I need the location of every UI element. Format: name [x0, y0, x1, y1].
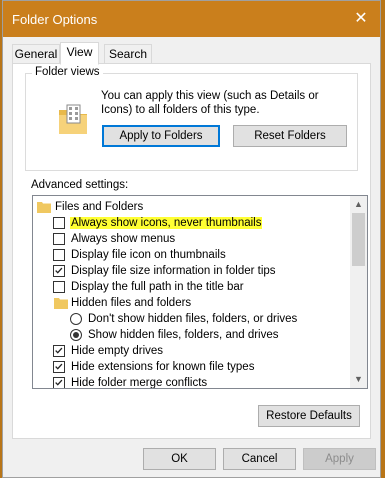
list-item-label-wrap: Always show icons, never thumbnails [70, 215, 263, 231]
check-icon [55, 379, 63, 386]
list-item-label: Don't show hidden files, folders, or dri… [88, 313, 298, 325]
setting-hide-extensions[interactable]: Hide extensions for known file types [33, 359, 351, 375]
scrollbar-thumb[interactable] [352, 213, 365, 266]
setting-hide-empty-drives[interactable]: Hide empty drives [33, 343, 351, 359]
checkbox[interactable] [53, 281, 65, 293]
checkbox-checked[interactable] [53, 377, 65, 388]
view-tab-panel: Folder views You can apply this view (su… [12, 63, 371, 439]
folder-views-label: Folder views [32, 66, 103, 78]
title-bar[interactable]: Folder Options ✕ [3, 1, 380, 37]
folder-views-group: Folder views You can apply this view (su… [25, 66, 358, 171]
list-item: Hidden files and folders [33, 295, 351, 311]
radio-button[interactable] [70, 313, 82, 325]
list-item-label: Hide empty drives [71, 345, 164, 357]
highlighted-label: Always show icons, never thumbnails [70, 217, 263, 229]
setting-always-show-icons[interactable]: Always show icons, never thumbnails [33, 215, 351, 231]
check-icon [55, 347, 63, 354]
list-item-label: Display file size information in folder … [71, 265, 276, 277]
folder-views-description: You can apply this view (such as Details… [101, 90, 319, 116]
reset-folders-button[interactable]: Reset Folders [233, 125, 347, 147]
tab-view[interactable]: View [60, 42, 99, 65]
list-item-label: Always show menus [71, 233, 176, 245]
background-window-edge [381, 0, 385, 478]
setting-dont-show-hidden[interactable]: Don't show hidden files, folders, or dri… [33, 311, 351, 327]
check-icon [55, 363, 63, 370]
window-title: Folder Options [12, 12, 98, 27]
setting-hide-merge-conflicts[interactable]: Hide folder merge conflicts [33, 375, 351, 389]
checkbox[interactable] [53, 233, 65, 245]
checkbox[interactable] [53, 217, 65, 229]
setting-display-file-size[interactable]: Display file size information in folder … [33, 263, 351, 279]
list-item-label: Hide folder merge conflicts [71, 377, 208, 389]
check-icon [55, 267, 63, 274]
folder-view-icon [59, 104, 87, 134]
checkbox-checked[interactable] [53, 361, 65, 373]
list-item-label: Files and Folders [55, 201, 144, 213]
list-item-label: Display file icon on thumbnails [71, 249, 226, 261]
folder-icon [37, 202, 51, 213]
list-item-label: Show hidden files, folders, and drives [88, 329, 279, 341]
advanced-settings-label: Advanced settings: [31, 179, 129, 191]
radio-button-selected[interactable] [70, 329, 82, 341]
folder-icon [54, 298, 68, 309]
ok-button[interactable]: OK [143, 448, 216, 470]
scroll-down-icon[interactable]: ▼ [350, 371, 367, 388]
list-item-label: Hidden files and folders [71, 297, 192, 309]
tab-search[interactable]: Search [104, 44, 152, 64]
cancel-button[interactable]: Cancel [223, 448, 296, 470]
advanced-settings-list[interactable]: Files and Folders Always show icons, nev… [32, 195, 368, 389]
folder-options-dialog: Folder Options ✕ General View Search Fol… [2, 0, 381, 478]
checkbox-checked[interactable] [53, 265, 65, 277]
checkbox-checked[interactable] [53, 345, 65, 357]
tab-general[interactable]: General [12, 44, 60, 64]
restore-defaults-button[interactable]: Restore Defaults [258, 405, 360, 427]
scroll-up-icon[interactable]: ▲ [350, 196, 367, 213]
checkbox[interactable] [53, 249, 65, 261]
apply-button: Apply [303, 448, 376, 470]
list-item: Files and Folders [33, 199, 351, 215]
setting-display-file-icon[interactable]: Display file icon on thumbnails [33, 247, 351, 263]
setting-show-hidden[interactable]: Show hidden files, folders, and drives [33, 327, 351, 343]
setting-display-full-path[interactable]: Display the full path in the title bar [33, 279, 351, 295]
list-item-label: Hide extensions for known file types [71, 361, 255, 373]
vertical-scrollbar[interactable]: ▲ ▼ [350, 196, 367, 388]
close-icon[interactable]: ✕ [348, 6, 374, 32]
setting-always-show-menus[interactable]: Always show menus [33, 231, 351, 247]
apply-to-folders-button[interactable]: Apply to Folders [102, 125, 220, 147]
list-item-label: Display the full path in the title bar [71, 281, 244, 293]
